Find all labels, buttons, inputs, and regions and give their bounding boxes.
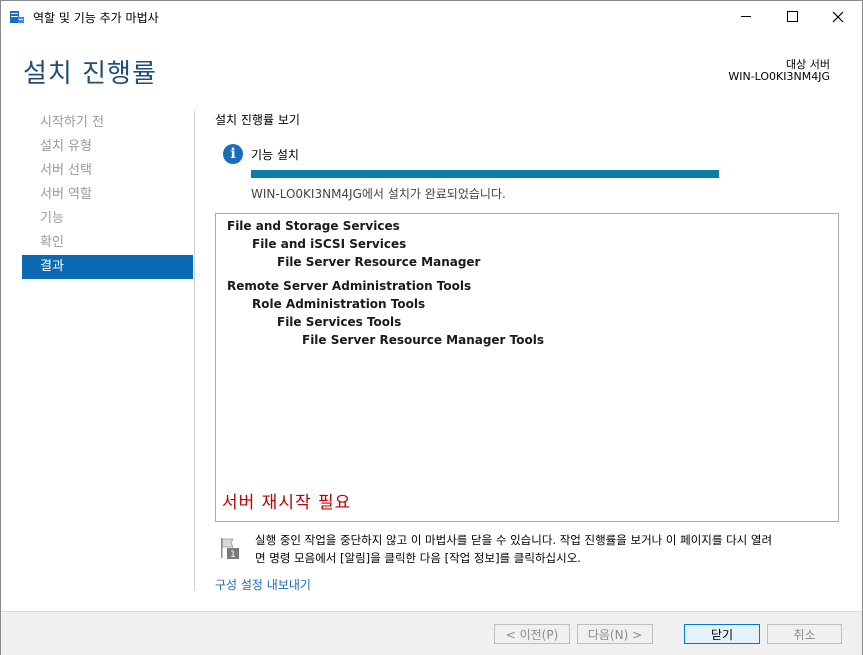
- page-title: 설치 진행률: [23, 59, 157, 89]
- info-icon: i: [223, 144, 243, 164]
- cancel-button[interactable]: 취소: [767, 624, 842, 644]
- window-title: 역할 및 기능 추가 마법사: [33, 11, 159, 25]
- title-bar[interactable]: 역할 및 기능 추가 마법사: [1, 1, 862, 32]
- wizard-nav: 시작하기 전 설치 유형 서버 선택 서버 역할 기능 확인 결과: [22, 111, 193, 279]
- nav-divider: [194, 111, 195, 591]
- nav-item-before-you-begin[interactable]: 시작하기 전: [22, 111, 193, 135]
- feature-item: File Services Tools: [277, 315, 402, 329]
- installed-features-list: File and Storage Services File and iSCSI …: [215, 213, 839, 522]
- maximize-icon: [786, 11, 798, 22]
- note-text-line-1: 실행 중인 작업을 중단하지 않고 이 마법사를 닫을 수 있습니다. 작업 진…: [255, 533, 773, 547]
- wizard-window: 역할 및 기능 추가 마법사 설치 진행률 대상 서버 WIN-LO0KI3NM…: [0, 0, 863, 655]
- progress-fill: [251, 170, 719, 178]
- next-button[interactable]: 다음(N) >: [577, 624, 653, 644]
- export-configuration-link[interactable]: 구성 설정 내보내기: [215, 576, 311, 593]
- note-text-line-2: 면 명령 모음에서 [알림]을 클릭한 다음 [작업 정보]를 클릭하십시오.: [255, 551, 581, 565]
- notification-flag-icon: 1: [221, 538, 239, 560]
- close-window-button[interactable]: [815, 1, 861, 32]
- nav-item-server-roles[interactable]: 서버 역할: [22, 183, 193, 207]
- restart-required-text: 서버 재시작 필요: [222, 493, 352, 513]
- nav-item-confirmation[interactable]: 확인: [22, 231, 193, 255]
- feature-item: Role Administration Tools: [252, 297, 426, 311]
- server-manager-icon: [10, 11, 24, 23]
- previous-button[interactable]: < 이전(P): [494, 624, 570, 644]
- feature-item: Remote Server Administration Tools: [227, 279, 472, 293]
- nav-item-server-selection[interactable]: 서버 선택: [22, 159, 193, 183]
- notification-badge-count: 1: [230, 550, 236, 560]
- close-icon: [832, 11, 844, 22]
- nav-item-results[interactable]: 결과: [22, 255, 193, 279]
- feature-item: File and iSCSI Services: [252, 237, 407, 251]
- installation-status: WIN-LO0KI3NM4JG에서 설치가 완료되었습니다.: [251, 187, 506, 201]
- nav-item-features[interactable]: 기능: [22, 207, 193, 231]
- nav-item-installation-type[interactable]: 설치 유형: [22, 135, 193, 159]
- feature-installation-label: 기능 설치: [251, 148, 299, 162]
- feature-item: File and Storage Services: [227, 219, 400, 233]
- feature-item: File Server Resource Manager: [277, 255, 481, 269]
- wizard-footer: < 이전(P) 다음(N) > 닫기 취소: [1, 611, 862, 655]
- progress-bar: [251, 170, 719, 178]
- close-button[interactable]: 닫기: [684, 624, 760, 644]
- minimize-icon: [741, 16, 751, 17]
- maximize-button[interactable]: [769, 1, 815, 32]
- section-heading: 설치 진행률 보기: [215, 113, 300, 127]
- minimize-button[interactable]: [723, 1, 769, 32]
- destination-server-name: WIN-LO0KI3NM4JG: [728, 70, 830, 83]
- feature-item: File Server Resource Manager Tools: [302, 333, 544, 347]
